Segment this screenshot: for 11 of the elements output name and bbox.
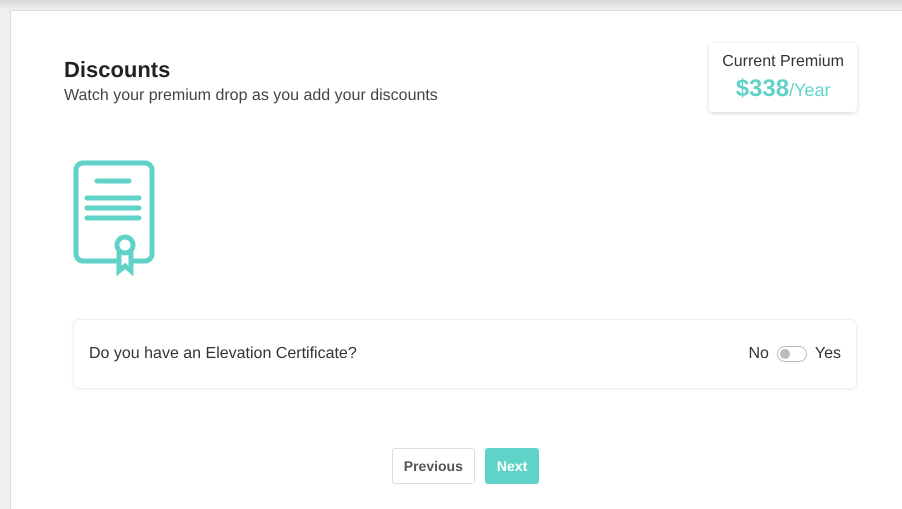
page-subtitle: Watch your premium drop as you add your discounts <box>64 87 438 105</box>
toggle-switch[interactable] <box>776 346 807 362</box>
page-title: Discounts <box>64 57 172 83</box>
previous-button[interactable]: Previous <box>392 448 475 484</box>
question-text: Do you have an Elevation Certificate? <box>89 345 357 363</box>
yes-label: Yes <box>814 345 841 363</box>
premium-amount: $338 <box>736 75 790 102</box>
no-label: No <box>748 345 769 363</box>
premium-label: Current Premium <box>722 53 844 71</box>
premium-period: /Year <box>789 80 830 100</box>
certificate-icon <box>73 160 155 276</box>
